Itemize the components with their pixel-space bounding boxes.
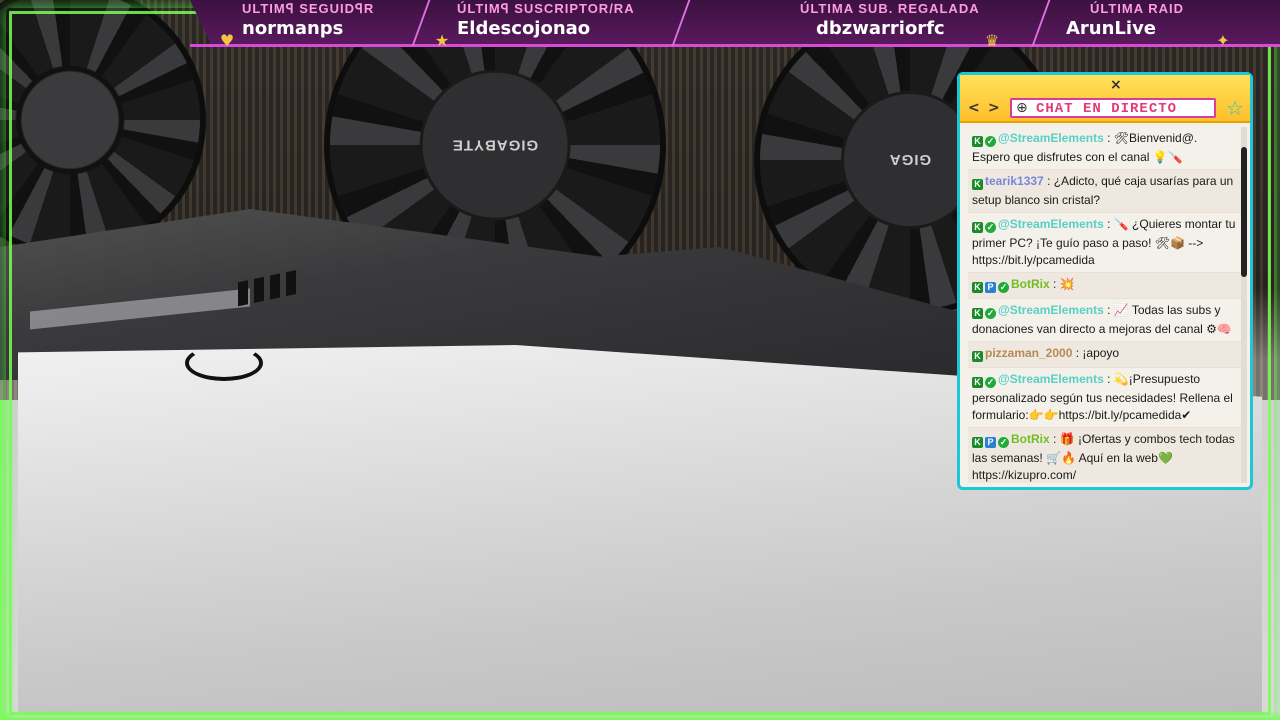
verified-badge-icon: ✓ — [985, 308, 996, 319]
kick-badge-icon: K — [972, 136, 983, 147]
chat-badges: K — [972, 347, 985, 364]
bot-badge-icon: P — [985, 282, 996, 293]
verified-badge-icon: ✓ — [985, 136, 996, 147]
chat-scrollbar-thumb[interactable] — [1241, 147, 1247, 277]
kick-badge-icon: K — [972, 282, 983, 293]
bot-badge-icon: P — [985, 437, 996, 448]
kick-badge-icon: K — [972, 179, 983, 190]
chat-badges: K ✓ — [972, 304, 998, 321]
chat-badges: K — [972, 175, 985, 192]
chat-username[interactable]: pizzaman_2000 — [985, 346, 1072, 360]
chat-username[interactable]: @StreamElements — [998, 303, 1104, 317]
chat-badges: K P ✓ — [972, 278, 1011, 295]
star-icon[interactable]: ☆ — [1226, 96, 1244, 120]
verified-badge-icon: ✓ — [998, 437, 1009, 448]
chat-username[interactable]: @StreamElements — [998, 131, 1104, 145]
verified-badge-icon: ✓ — [985, 222, 996, 233]
globe-icon: ⊕ — [1016, 100, 1028, 116]
alert-title: ÚLTIMA RAID — [1090, 1, 1185, 16]
chat-header: × < > ⊕ CHAT EN DIRECTO ☆ — [960, 75, 1250, 123]
chat-username[interactable]: @StreamElements — [998, 372, 1104, 386]
kick-badge-icon: K — [972, 351, 983, 362]
chat-message-text: : 💥 — [1053, 277, 1075, 291]
alert-title: ÚLTIMꟼ SUSCRIPTOR/RA — [457, 1, 635, 16]
alert-title: ULTIMꟼ SEGUIDꟼR — [242, 1, 375, 16]
chat-message: Kpizzaman_2000 : ¡apoyo — [968, 342, 1242, 368]
chat-badges: K ✓ — [972, 373, 998, 390]
alert-value: Eldescojonao — [457, 18, 591, 39]
frame-glow-bottom — [0, 710, 1280, 720]
chat-badges: K ✓ — [972, 218, 998, 235]
kick-badge-icon: K — [972, 437, 983, 448]
verified-badge-icon: ✓ — [998, 282, 1009, 293]
verified-badge-icon: ✓ — [985, 377, 996, 388]
chevron-right-icon[interactable]: > — [988, 100, 1000, 116]
gift-icon: ✦ — [1216, 31, 1230, 50]
chat-message-text: : ¡apoyo — [1075, 346, 1120, 360]
chat-message: K P ✓ BotRix : 🎁 ¡Ofertas y combos tech tod… — [968, 428, 1242, 483]
cable-loop — [185, 345, 263, 381]
chat-badges: K P ✓ — [972, 433, 1011, 450]
chat-message-list[interactable]: K ✓ @StreamElements : 🛠Bienvenid@. Espero … — [968, 127, 1242, 483]
chat-username[interactable]: BotRix — [1011, 277, 1050, 291]
chat-message: K ✓ @StreamElements : 💫¡Presupuesto person… — [968, 368, 1242, 428]
chevron-left-icon[interactable]: < — [968, 100, 980, 116]
alerts-bar-edge — [190, 44, 1280, 47]
alert-value: normanps — [242, 18, 344, 39]
star-icon: ★ — [434, 31, 450, 50]
fan-hub-logo: GIGABYTE — [419, 69, 571, 221]
chat-message: K ✓ @StreamElements : 🛠Bienvenid@. Espero … — [968, 127, 1242, 170]
kick-badge-icon: K — [972, 377, 983, 388]
close-icon[interactable]: × — [1110, 77, 1122, 93]
chat-message: K P ✓ BotRix : 💥 — [968, 273, 1242, 299]
chat-scrollbar[interactable] — [1241, 127, 1247, 483]
chat-message: K ✓ @StreamElements : 🪛 ¿Quieres montar tu… — [968, 213, 1242, 273]
heart-icon: ♥ — [219, 31, 235, 50]
chat-title: CHAT EN DIRECTO — [1036, 101, 1178, 117]
chat-message: Ktearik1337 : ¿Adicto, qué caja usarías … — [968, 170, 1242, 213]
chat-message: K ✓ @StreamElements : 📈 Todas las subs y d… — [968, 299, 1242, 342]
chat-username[interactable]: BotRix — [1011, 432, 1050, 446]
alert-value: ArunLive — [1066, 18, 1157, 39]
alert-title: ÚLTIMA SUB. REGALADA — [800, 1, 980, 16]
kick-badge-icon: K — [972, 308, 983, 319]
alert-value: dbzwarriorfc — [816, 18, 945, 39]
chat-username[interactable]: @StreamElements — [998, 217, 1104, 231]
chat-username[interactable]: tearik1337 — [985, 174, 1044, 188]
chat-panel: × < > ⊕ CHAT EN DIRECTO ☆ K ✓ @StreamEleme… — [957, 72, 1253, 490]
chat-badges: K ✓ — [972, 132, 998, 149]
kick-badge-icon: K — [972, 222, 983, 233]
frame-glow-left — [0, 400, 16, 720]
trophy-icon: ♛ — [984, 31, 1000, 50]
chat-title-box: ⊕ CHAT EN DIRECTO — [1010, 98, 1216, 118]
